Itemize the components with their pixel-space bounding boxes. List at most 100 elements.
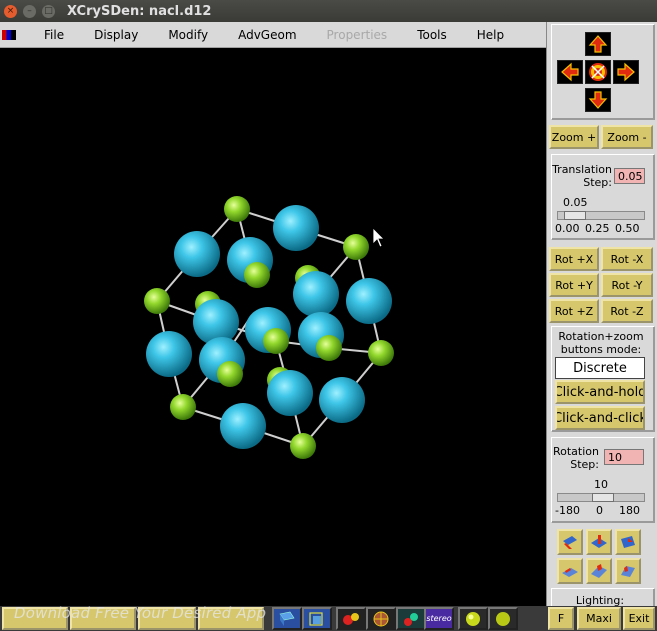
move-down-button[interactable] (585, 88, 611, 112)
minimize-window-icon[interactable]: – (23, 4, 36, 18)
view-along-x-button[interactable] (557, 529, 583, 555)
translation-tick-mid: 0.25 (585, 222, 610, 235)
sodium-atom (346, 278, 392, 324)
title-bar: × – □ XCrySDen: nacl.d12 (0, 0, 657, 22)
rotation-tick-min: -180 (555, 504, 580, 517)
space-fill-button[interactable] (396, 607, 426, 630)
ball-stick-icon (343, 612, 359, 625)
close-window-icon[interactable]: × (4, 4, 17, 18)
chlorine-atom (224, 196, 250, 222)
rot-minus-y-button[interactable]: Rot -Y (601, 273, 653, 297)
click-and-click-button[interactable]: Click-and-click (555, 406, 645, 430)
move-right-button[interactable] (613, 60, 639, 84)
move-left-button[interactable] (557, 60, 583, 84)
space-fill-icon (404, 612, 418, 626)
view-axis-icon (591, 535, 607, 548)
bottom-button-4[interactable] (198, 607, 264, 630)
plane-view-b-button[interactable] (586, 558, 612, 584)
plane-icon (562, 568, 578, 577)
menu-advgeom[interactable]: AdvGeom (238, 28, 296, 42)
window-title: XCrySDen: nacl.d12 (67, 3, 212, 19)
rotation-scale-value: 10 (594, 478, 608, 491)
bottom-toolbar: stereo F Maxi Exit (0, 606, 657, 631)
chlorine-atom (170, 394, 196, 420)
rotation-slider-thumb[interactable] (592, 493, 614, 502)
zoom-out-button[interactable]: Zoom - (601, 125, 653, 149)
plane-view-a-button[interactable] (557, 558, 583, 584)
bottom-button-2[interactable] (70, 607, 136, 630)
rotation-slider[interactable] (557, 493, 645, 502)
chlorine-atom (144, 288, 170, 314)
stereo-button[interactable]: stereo (424, 607, 454, 630)
unit-cell-icon (309, 611, 323, 626)
view-axis-icon (621, 536, 635, 548)
move-up-button[interactable] (585, 32, 611, 56)
lighting-off-button[interactable] (488, 607, 518, 630)
translation-tick-max: 0.50 (615, 222, 640, 235)
rotation-tick-mid: 0 (596, 504, 603, 517)
sodium-atom (267, 370, 313, 416)
unit-cell-button[interactable] (302, 607, 332, 630)
discrete-mode-button[interactable]: Discrete (555, 357, 645, 379)
view-along-z-button[interactable] (615, 529, 641, 555)
crystal-cell-icon (279, 611, 295, 626)
ball-stick-button[interactable] (336, 607, 366, 630)
plane-view-c-button[interactable] (615, 558, 641, 584)
chlorine-atom (290, 433, 316, 459)
translation-tick-min: 0.00 (555, 222, 580, 235)
sodium-atom (319, 377, 365, 423)
control-panel: Zoom + Zoom - Translation Step: 0.05 0.0… (546, 22, 657, 608)
translation-scale-value: 0.05 (563, 196, 588, 209)
atoms (144, 196, 394, 459)
lighting-on-button[interactable] (458, 607, 488, 630)
mouse-cursor-icon (372, 227, 385, 248)
chlorine-atom (368, 340, 394, 366)
plane-icon (591, 564, 607, 578)
chlorine-atom (263, 328, 289, 354)
chlorine-atom (217, 361, 243, 387)
sphere-light-icon (466, 611, 480, 626)
structure-viewport[interactable] (0, 48, 546, 606)
rot-plus-y-button[interactable]: Rot +Y (549, 273, 599, 297)
chlorine-atom (316, 335, 342, 361)
menu-help[interactable]: Help (477, 28, 504, 42)
rot-plus-z-button[interactable]: Rot +Z (549, 299, 599, 323)
bottom-button-3[interactable] (138, 607, 196, 630)
fullscreen-f-button[interactable]: F (548, 607, 574, 630)
translation-step-label: Translation Step: (552, 163, 612, 189)
translation-slider[interactable] (557, 211, 645, 220)
wireframe-icon (373, 611, 389, 626)
menu-bar: File Display Modify AdvGeom Properties T… (0, 22, 546, 48)
sodium-atom (174, 231, 220, 277)
rot-plus-x-button[interactable]: Rot +X (549, 247, 599, 271)
maximize-window-icon[interactable]: □ (42, 4, 55, 18)
app-logo-icon (2, 29, 16, 40)
bottom-button-1[interactable] (2, 607, 68, 630)
click-and-hold-button[interactable]: Click-and-hold (555, 380, 645, 404)
arrow-up-icon (588, 35, 608, 53)
menu-file[interactable]: File (44, 28, 64, 42)
arrow-down-icon (588, 91, 608, 109)
sphere-flat-icon (496, 611, 510, 626)
menu-properties[interactable]: Properties (327, 28, 388, 42)
view-along-y-button[interactable] (586, 529, 612, 555)
zoom-in-button[interactable]: Zoom + (549, 125, 599, 149)
rot-minus-z-button[interactable]: Rot -Z (601, 299, 653, 323)
translation-slider-thumb[interactable] (564, 211, 586, 220)
view-axis-icon (563, 536, 577, 549)
menu-modify[interactable]: Modify (168, 28, 208, 42)
rot-minus-x-button[interactable]: Rot -X (601, 247, 653, 271)
maximize-button[interactable]: Maxi (577, 607, 621, 630)
rotation-step-entry[interactable]: 10 (604, 449, 644, 465)
arrow-right-icon (617, 62, 635, 82)
menu-tools[interactable]: Tools (417, 28, 447, 42)
translation-step-entry[interactable]: 0.05 (614, 168, 645, 184)
rotation-step-label: Rotation Step: (552, 445, 599, 471)
wireframe-button[interactable] (366, 607, 396, 630)
crystal-cell-button[interactable] (272, 607, 302, 630)
exit-button[interactable]: Exit (623, 607, 655, 630)
sodium-atom (293, 271, 339, 317)
reset-view-button[interactable] (585, 60, 611, 84)
chlorine-atom (343, 234, 369, 260)
menu-display[interactable]: Display (94, 28, 138, 42)
